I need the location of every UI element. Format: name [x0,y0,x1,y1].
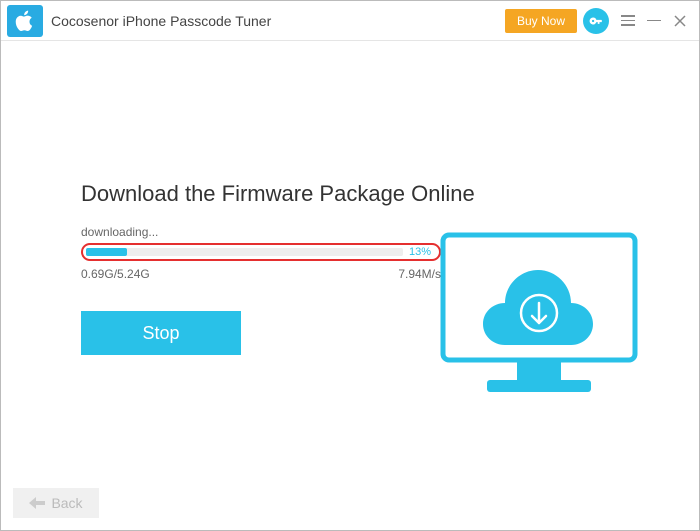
monitor-cloud-icon [439,231,639,401]
main-content: Download the Firmware Package Online dow… [1,41,699,355]
progress-highlight-ring: 13% [81,243,441,261]
titlebar: Cocosenor iPhone Passcode Tuner Buy Now [1,1,699,41]
menu-button[interactable] [615,8,641,34]
key-icon [589,14,603,28]
downloaded-size-label: 0.69G/5.24G [81,267,398,281]
download-speed-label: 7.94M/s [398,267,441,281]
app-title: Cocosenor iPhone Passcode Tuner [51,13,271,29]
close-button[interactable] [667,8,693,34]
apple-icon [15,10,35,32]
app-logo-icon [7,5,43,37]
download-illustration [439,231,639,406]
progress-percent-label: 13% [409,246,431,258]
stop-button[interactable]: Stop [81,311,241,355]
buy-now-button[interactable]: Buy Now [505,9,577,33]
download-stats: 0.69G/5.24G 7.94M/s [81,267,441,281]
register-key-button[interactable] [583,8,609,34]
hamburger-icon [621,15,635,26]
page-heading: Download the Firmware Package Online [81,181,639,207]
back-arrow-icon [29,497,45,509]
progress-bar [86,248,403,256]
progress-fill [86,248,127,256]
close-icon [674,15,686,27]
back-button: Back [13,488,99,518]
minimize-button[interactable] [641,8,667,34]
back-label: Back [51,495,82,511]
minimize-icon [647,20,661,22]
